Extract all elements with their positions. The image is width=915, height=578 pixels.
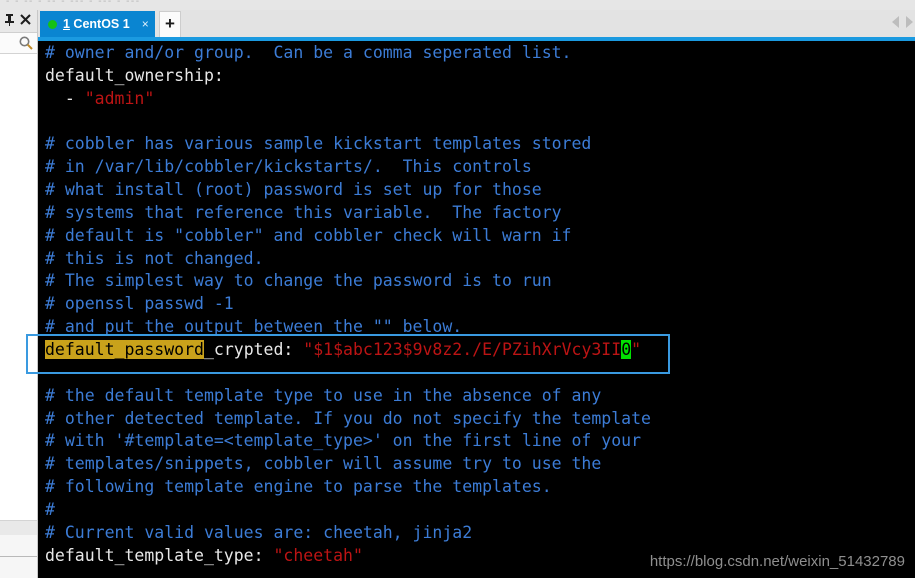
- tab-close-icon[interactable]: ×: [142, 18, 149, 30]
- terminal-text-span: "$1$abc123$9v8z2./E/PZihXrVcy3II: [303, 339, 622, 359]
- terminal-line: # in /var/lib/cobbler/kickstarts/. This …: [45, 156, 915, 179]
- terminal-line: default_password_crypted: "$1$abc123$9v8…: [45, 339, 915, 362]
- terminal-line: # with '#template=<template_type>' on th…: [45, 430, 915, 453]
- terminal-line: - "admin": [45, 88, 915, 111]
- terminal-line: # and put the output between the "" belo…: [45, 316, 915, 339]
- terminal-text-span: # owner and/or group. Can be a comma sep…: [45, 43, 572, 62]
- terminal-text-span: # with '#template=<template_type>' on th…: [45, 431, 642, 451]
- terminal-text-span: # default is "cobbler" and cobbler check…: [45, 225, 572, 245]
- terminal-line: # owner and/or group. Can be a comma sep…: [45, 42, 915, 65]
- terminal-line: default_ownership:: [45, 65, 915, 88]
- application-window: - - -- - -- - --- - --- - --- 1 CentOS 1…: [0, 0, 915, 578]
- terminal-line: # the default template type to use in th…: [45, 385, 915, 408]
- terminal-text-span: # openssl passwd -1: [45, 294, 234, 314]
- tab-name: CentOS 1: [69, 17, 130, 31]
- close-icon[interactable]: [18, 13, 33, 28]
- terminal-line: #: [45, 499, 915, 522]
- chevron-left-icon[interactable]: [892, 16, 899, 28]
- terminal-text-span: default_password: [45, 339, 204, 359]
- terminal-text-span: # what install (root) password is set up…: [45, 180, 542, 200]
- pin-icon-glyph: [5, 14, 14, 26]
- terminal-text-span: # The simplest way to change the passwor…: [45, 271, 552, 291]
- terminal-text-span: "admin": [84, 88, 155, 108]
- session-panel-divider: [0, 520, 37, 535]
- terminal-text-span: # in /var/lib/cobbler/kickstarts/. This …: [45, 157, 532, 177]
- terminal-text-span: # templates/snippets, cobbler will assum…: [45, 454, 602, 474]
- tab-index: 1: [63, 17, 70, 31]
- terminal-line: # cobbler has various sample kickstart t…: [45, 133, 915, 156]
- session-list[interactable]: [0, 54, 37, 520]
- search-icon-glyph: [19, 36, 33, 50]
- terminal-line: # following template engine to parse the…: [45, 476, 915, 499]
- session-manager-panel: [0, 10, 38, 578]
- terminal-text-span: 0: [621, 339, 632, 359]
- terminal-line: # Current valid values are: cheetah, jin…: [45, 522, 915, 545]
- session-panel-header: [0, 10, 37, 33]
- window-toolbar-sliver: - - -- - -- - --- - --- - ---: [0, 0, 915, 10]
- toolbar-ghost-text: - - -- - -- - --- - --- - ---: [6, 0, 141, 7]
- terminal-text-span: "cheetah": [273, 545, 363, 565]
- terminal-view[interactable]: # owner and/or group. Can be a comma sep…: [38, 41, 915, 578]
- terminal-text-span: default_template_type:: [45, 545, 274, 565]
- terminal-text-span: # this is not changed.: [45, 248, 264, 268]
- session-panel-footer-row-2[interactable]: [0, 557, 37, 578]
- terminal-text-span: # cobbler has various sample kickstart t…: [45, 134, 592, 154]
- terminal-text-span: default_ownership:: [45, 65, 224, 85]
- terminal-line: # this is not changed.: [45, 248, 915, 271]
- close-icon-glyph: [20, 14, 31, 25]
- tab-status-dot: [48, 19, 57, 29]
- pin-icon[interactable]: [2, 13, 17, 28]
- chevron-right-icon[interactable]: [906, 16, 913, 28]
- terminal-text: # owner and/or group. Can be a comma sep…: [45, 42, 915, 567]
- terminal-line: # default is "cobbler" and cobbler check…: [45, 225, 915, 248]
- terminal-text-span: # Current valid values are: cheetah, jin…: [45, 522, 473, 542]
- watermark-text: https://blog.csdn.net/weixin_51432789: [649, 553, 905, 570]
- terminal-text-span: # the default template type to use in th…: [45, 385, 602, 405]
- session-panel-footer-row-1[interactable]: [0, 535, 37, 557]
- terminal-text-span: # and put the output between the "" belo…: [45, 317, 463, 337]
- terminal-line: # openssl passwd -1: [45, 293, 915, 316]
- terminal-text-span: # other detected template. If you do not…: [45, 408, 651, 428]
- terminal-line: # templates/snippets, cobbler will assum…: [45, 453, 915, 476]
- terminal-text-span: #: [45, 499, 55, 519]
- new-tab-button[interactable]: +: [159, 11, 181, 37]
- search-icon[interactable]: [18, 35, 34, 51]
- terminal-text-span: # following template engine to parse the…: [45, 477, 552, 497]
- tab-bar: 1 CentOS 1 × +: [38, 10, 915, 37]
- tab-scroll-controls: [892, 16, 913, 28]
- terminal-text-span: -: [45, 88, 85, 108]
- tab-label: 1 CentOS 1: [63, 17, 130, 31]
- terminal-text-span: # systems that reference this variable. …: [45, 202, 562, 222]
- terminal-text-span: _crypted:: [203, 339, 304, 359]
- terminal-line: # other detected template. If you do not…: [45, 408, 915, 431]
- terminal-line: # The simplest way to change the passwor…: [45, 270, 915, 293]
- terminal-text-span: ": [631, 339, 642, 359]
- terminal-line: # what install (root) password is set up…: [45, 179, 915, 202]
- terminal-line: # systems that reference this variable. …: [45, 202, 915, 225]
- tab-centos-1[interactable]: 1 CentOS 1 ×: [40, 11, 155, 37]
- session-search-row[interactable]: [0, 33, 37, 54]
